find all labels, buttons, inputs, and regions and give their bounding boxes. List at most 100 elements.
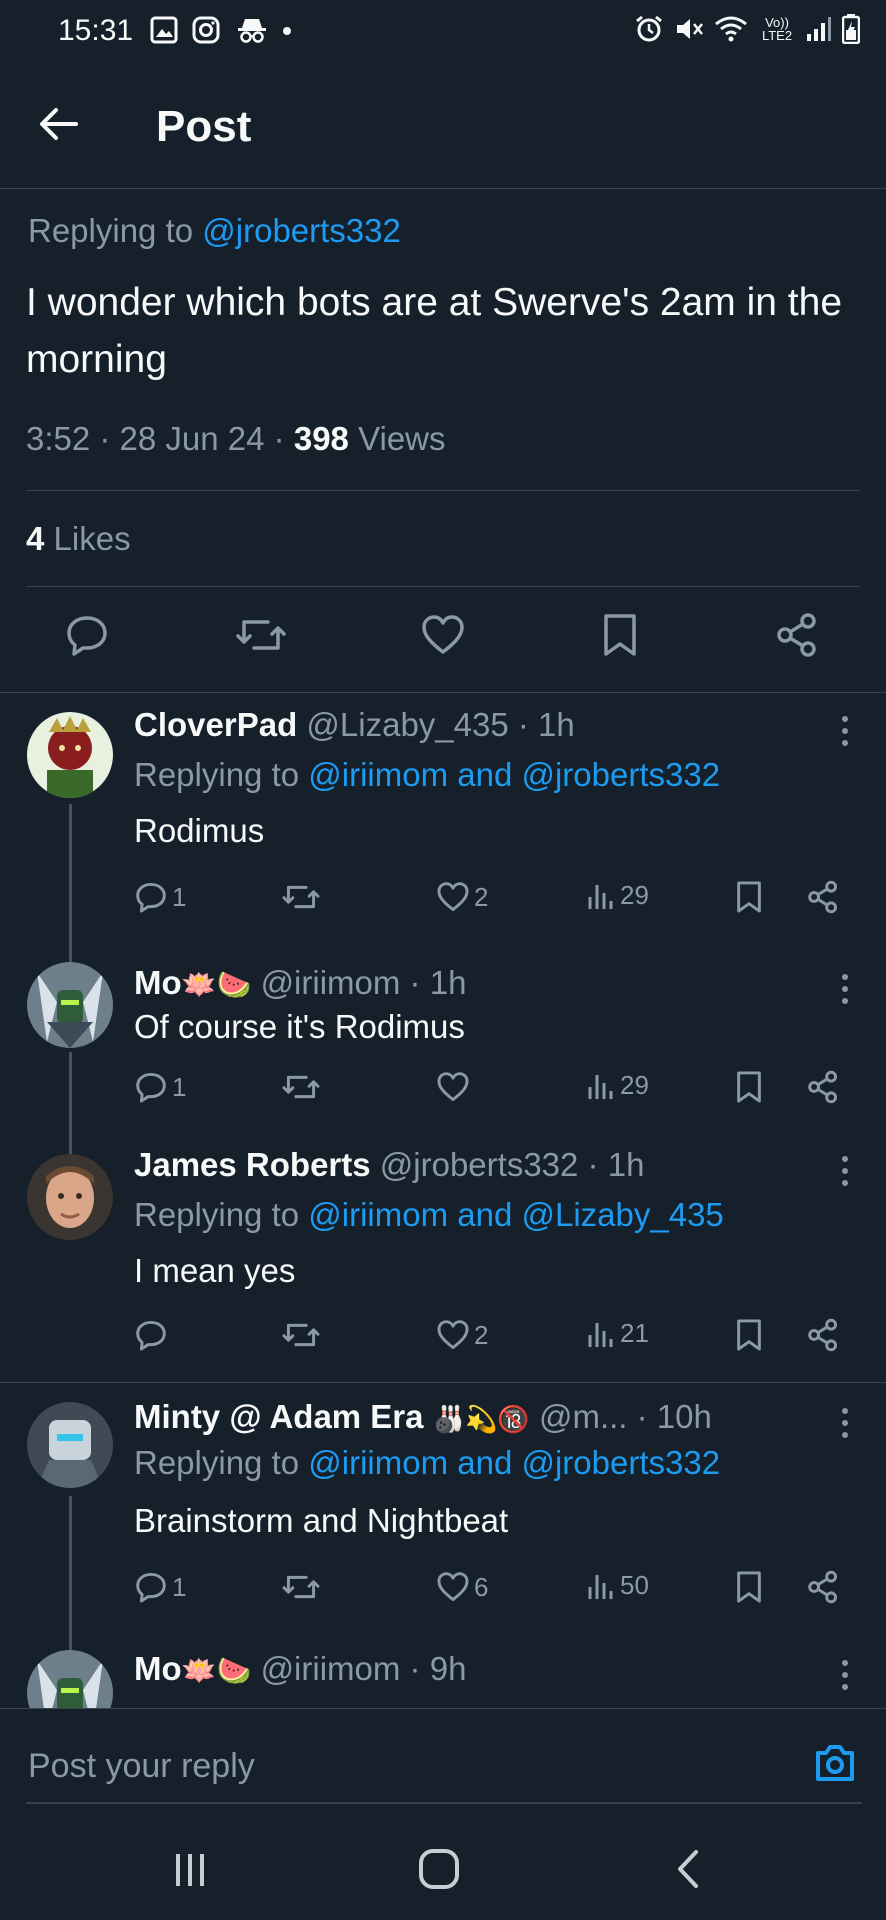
views-label: Views [348, 420, 446, 457]
bookmark-icon[interactable] [734, 1570, 764, 1604]
reply-actions: 1 2 29 [134, 880, 854, 920]
reply-button[interactable]: 1 [134, 880, 186, 914]
more-options-icon[interactable] [840, 1658, 850, 1692]
handle[interactable]: @iriimom [261, 964, 401, 1001]
reply-text: I mean yes [134, 1252, 296, 1289]
share-icon[interactable] [806, 880, 840, 914]
repost-icon [282, 1075, 320, 1099]
incognito-icon [236, 16, 268, 44]
views-icon [588, 1074, 613, 1099]
like-button[interactable] [436, 1070, 474, 1104]
views-count: 50 [620, 1570, 649, 1600]
display-name[interactable]: Mo [134, 964, 182, 1001]
repost-button[interactable] [282, 880, 320, 914]
share-icon[interactable] [774, 612, 820, 658]
replying-to-link[interactable]: @iriimom and @Lizaby_435 [308, 1196, 724, 1233]
share-icon[interactable] [806, 1570, 840, 1604]
more-options-icon[interactable] [840, 1154, 850, 1188]
replying-to-link[interactable]: @jroberts332 [202, 212, 401, 249]
display-name[interactable]: CloverPad [134, 706, 297, 743]
reply-item[interactable]: Minty @ Adam Era 🎳💫🔞 @m... · 10h Replyin… [0, 1382, 886, 1650]
repost-icon[interactable] [236, 612, 286, 658]
views-count: 21 [620, 1318, 649, 1348]
views-button[interactable]: 29 [586, 1070, 649, 1101]
main-action-row [0, 612, 886, 668]
mute-icon [674, 14, 704, 44]
avatar[interactable] [27, 962, 113, 1048]
reply-count: 1 [172, 1071, 187, 1102]
notification-dot-icon [282, 26, 292, 36]
avatar[interactable] [27, 712, 113, 798]
recent-apps-icon[interactable] [172, 1852, 208, 1888]
reply-text: Rodimus [134, 812, 265, 849]
likes-count: 4 [26, 520, 45, 557]
reply-icon [136, 882, 166, 913]
home-icon[interactable] [418, 1848, 460, 1890]
alarm-icon [634, 14, 664, 44]
reply-text: Of course it's Rodimus [134, 1008, 465, 1045]
more-options-icon[interactable] [840, 972, 850, 1006]
handle[interactable]: @m... [539, 1398, 628, 1435]
bookmark-icon[interactable] [600, 612, 640, 658]
post-time: · 9h [400, 1650, 467, 1687]
post-time: · 1h [578, 1146, 645, 1183]
views-button[interactable]: 50 [586, 1570, 649, 1601]
system-back-icon[interactable] [674, 1848, 700, 1890]
reply-count: 1 [172, 881, 187, 912]
repost-button[interactable] [282, 1070, 320, 1104]
post-time: · 10h [627, 1398, 712, 1435]
system-nav-bar [0, 1806, 886, 1920]
handle[interactable]: @iriimom [261, 1650, 401, 1687]
repost-button[interactable] [282, 1318, 320, 1352]
reply-composer[interactable]: Post your reply [0, 1708, 886, 1804]
reply-input[interactable]: Post your reply [28, 1747, 255, 1786]
more-options-icon[interactable] [840, 714, 850, 748]
reply-button[interactable] [134, 1318, 172, 1352]
share-icon[interactable] [806, 1070, 840, 1104]
likes-summary[interactable]: 4 Likes [26, 520, 131, 558]
like-icon[interactable] [420, 612, 466, 658]
replying-to-link[interactable]: @iriimom and @jroberts332 [308, 756, 720, 793]
handle[interactable]: @Lizaby_435 [306, 706, 508, 743]
reply-button[interactable]: 1 [134, 1570, 186, 1604]
handle[interactable]: @jroberts332 [380, 1146, 579, 1183]
reply-item[interactable]: CloverPad @Lizaby_435 · 1h Replying to @… [0, 692, 886, 972]
bookmark-icon[interactable] [734, 880, 764, 914]
bookmark-icon[interactable] [734, 1318, 764, 1352]
header: Post [0, 62, 886, 188]
reply-actions: 1 6 50 [134, 1570, 854, 1610]
reply-actions: 1 29 [134, 1070, 854, 1110]
camera-icon[interactable] [814, 1743, 856, 1783]
reply-item[interactable]: Mo🪷🍉 @iriimom · 9h [0, 1636, 886, 1708]
like-button[interactable]: 2 [436, 1318, 488, 1352]
bookmark-icon[interactable] [734, 1070, 764, 1104]
signal-icon [806, 16, 832, 42]
display-name[interactable]: Mo [134, 1650, 182, 1687]
avatar[interactable] [27, 1402, 113, 1488]
reply-button[interactable]: 1 [134, 1070, 186, 1104]
display-name[interactable]: James Roberts [134, 1146, 371, 1183]
repost-icon [282, 885, 320, 909]
repost-button[interactable] [282, 1570, 320, 1604]
views-button[interactable]: 21 [586, 1318, 649, 1349]
display-name[interactable]: Minty @ Adam Era [134, 1398, 424, 1435]
replying-prefix: Replying to [28, 212, 203, 249]
avatar[interactable] [27, 1650, 113, 1708]
like-button[interactable]: 6 [436, 1570, 488, 1604]
like-count: 6 [474, 1571, 489, 1602]
wifi-icon [714, 15, 748, 43]
views-button[interactable]: 29 [586, 880, 649, 911]
more-options-icon[interactable] [840, 1406, 850, 1440]
like-icon [437, 882, 469, 912]
replying-to-link[interactable]: @iriimom and @jroberts332 [308, 1444, 720, 1481]
share-icon[interactable] [806, 1318, 840, 1352]
reply-icon[interactable] [64, 612, 110, 658]
back-arrow-icon[interactable] [38, 106, 84, 146]
reply-item[interactable]: James Roberts @jroberts332 · 1h Replying… [0, 1140, 886, 1382]
main-replying-to: Replying to @jroberts332 [28, 212, 401, 250]
reply-item[interactable]: Mo🪷🍉 @iriimom · 1h Of course it's Rodimu… [0, 950, 886, 1156]
reply-text: Brainstorm and Nightbeat [134, 1502, 509, 1539]
like-button[interactable]: 2 [436, 880, 488, 914]
composer-underline [26, 1802, 862, 1804]
avatar[interactable] [27, 1154, 113, 1240]
